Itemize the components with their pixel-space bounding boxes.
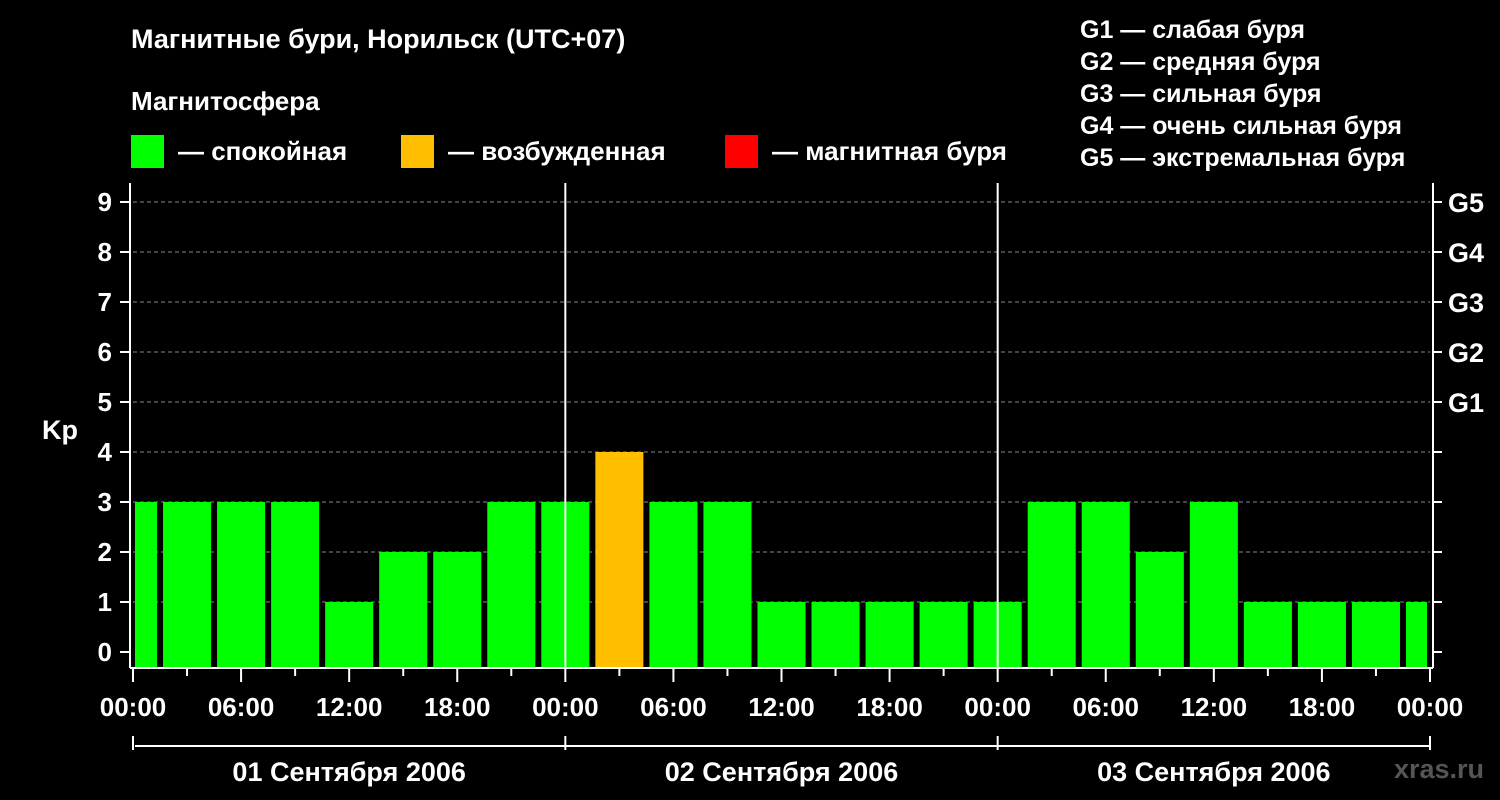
kp-bar-23 [1351,602,1400,668]
y-tick-label-2: 2 [98,537,112,567]
y-tick-label-5: 5 [98,387,112,417]
kp-bar-15 [919,602,968,668]
kp-bar-17 [1027,502,1076,668]
g-level-label-g3: G3 [1448,288,1484,318]
y-tick-label-8: 8 [98,237,112,267]
x-tick-label-7: 18:00 [856,692,923,722]
day-label-3: 03 Сентября 2006 [1097,757,1330,787]
x-tick-label-3: 18:00 [424,692,491,722]
y-tick-label-6: 6 [98,337,112,367]
y-tick-label-4: 4 [98,437,113,467]
y-tick-label-9: 9 [98,187,112,217]
g-level-label-g5: G5 [1448,188,1484,218]
y-tick-label-7: 7 [98,287,112,317]
kp-bar-14 [865,602,914,668]
x-tick-label-0: 00:00 [100,692,167,722]
y-axis-label: Kp [42,415,78,445]
kp-bar-chart: 0 1 2 3 4 5 6 7 8 9 Kp G1 G2 G3 G4 G5 00:00 06:00 12:00 18:… [42,183,1484,787]
x-tick-label-10: 12:00 [1181,692,1248,722]
day-label-2: 02 Сентября 2006 [665,757,898,787]
kp-bar-19 [1135,552,1184,668]
kp-bar-12 [757,602,806,668]
x-tick-label-4: 00:00 [532,692,599,722]
x-tick-label-5: 06:00 [640,692,707,722]
kp-bar-0 [135,502,158,668]
credit-text: xras.ru [1393,754,1484,784]
y-tick-label-0: 0 [98,637,112,667]
kp-bar-9 [595,452,644,668]
g-level-label-g4: G4 [1448,238,1484,268]
kp-bar-5 [379,552,428,668]
g-level-label-g1: G1 [1448,388,1484,418]
kp-bar-3 [271,502,320,668]
kp-bar-24 [1405,602,1427,668]
day-label-1: 01 Сентября 2006 [232,757,465,787]
kp-bar-21 [1243,602,1292,668]
kp-bar-1 [163,502,212,668]
g-level-label-g2: G2 [1448,338,1484,368]
kp-bar-7 [487,502,536,668]
kp-bar-20 [1189,502,1238,668]
x-tick-label-8: 00:00 [964,692,1031,722]
kp-bar-6 [433,552,482,668]
kp-bar-11 [703,502,752,668]
kp-bar-22 [1297,602,1346,668]
kp-bar-10 [649,502,698,668]
x-tick-label-9: 06:00 [1073,692,1140,722]
x-tick-label-2: 12:00 [316,692,383,722]
x-tick-label-11: 18:00 [1289,692,1356,722]
kp-bar-13 [811,602,860,668]
kp-bar-4 [325,602,374,668]
x-tick-label-12: 00:00 [1397,692,1464,722]
kp-bar-18 [1081,502,1130,668]
y-tick-label-3: 3 [98,487,112,517]
y-tick-label-1: 1 [98,587,112,617]
x-tick-label-6: 12:00 [748,692,815,722]
x-tick-label-1: 06:00 [208,692,275,722]
kp-bar-2 [217,502,266,668]
